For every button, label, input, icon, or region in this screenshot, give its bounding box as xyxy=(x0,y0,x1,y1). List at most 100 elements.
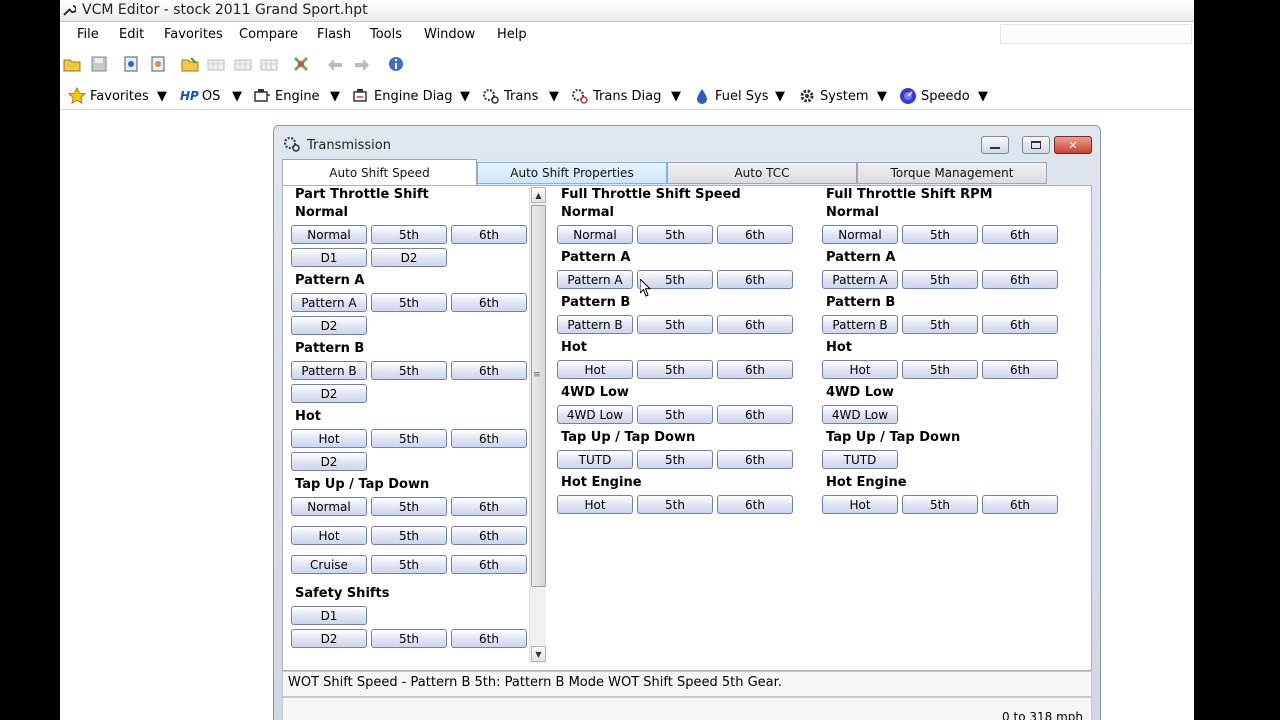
scroll-thumb[interactable] xyxy=(531,205,546,587)
table-button[interactable]: TUTD xyxy=(822,450,898,469)
table-button[interactable]: Pattern B xyxy=(557,315,633,334)
category-os[interactable]: HP OS xyxy=(180,86,220,106)
table-button[interactable]: 6th xyxy=(451,497,527,516)
table-button[interactable]: 6th xyxy=(451,361,527,380)
table-button[interactable]: Hot xyxy=(291,526,367,545)
redo-icon[interactable] xyxy=(353,55,371,73)
os-dropdown-arrow[interactable]: ▼ xyxy=(232,86,242,106)
close-button[interactable]: ✕ xyxy=(1054,136,1092,154)
table-diff-icon[interactable] xyxy=(260,55,278,73)
table-button[interactable]: 6th xyxy=(717,225,793,244)
table-icon[interactable] xyxy=(207,55,225,73)
table-button[interactable]: 5th xyxy=(902,360,978,379)
table-button[interactable]: Hot xyxy=(822,360,898,379)
table-button[interactable]: TUTD xyxy=(557,450,633,469)
category-engine-diag[interactable]: Engine Diag xyxy=(352,86,453,106)
category-trans-diag[interactable]: Trans Diag xyxy=(571,86,661,106)
table-button[interactable]: 6th xyxy=(982,360,1058,379)
table-button[interactable]: 6th xyxy=(717,360,793,379)
menu-help[interactable]: Help xyxy=(497,27,527,42)
menu-flash[interactable]: Flash xyxy=(317,27,351,42)
table-button[interactable]: D2 xyxy=(371,248,447,267)
write-vehicle-icon[interactable] xyxy=(149,55,167,73)
table-button[interactable]: 6th xyxy=(451,526,527,545)
trans-dropdown-arrow[interactable]: ▼ xyxy=(549,86,559,106)
table-button[interactable]: D2 xyxy=(291,316,367,335)
table-button[interactable]: Hot xyxy=(822,495,898,514)
table-button[interactable]: D2 xyxy=(291,629,367,648)
table-button[interactable]: 5th xyxy=(637,225,713,244)
table-button[interactable]: 6th xyxy=(982,270,1058,289)
table-button[interactable]: 5th xyxy=(637,495,713,514)
table-button[interactable]: Cruise xyxy=(291,555,367,574)
table-button[interactable]: 5th xyxy=(371,293,447,312)
table-button[interactable]: D1 xyxy=(291,248,367,267)
table-button[interactable]: 6th xyxy=(717,495,793,514)
open-folder-icon[interactable] xyxy=(63,55,81,73)
table-button[interactable]: 5th xyxy=(902,270,978,289)
tab-auto-tcc[interactable]: Auto TCC xyxy=(667,162,857,184)
category-system[interactable]: System xyxy=(798,86,868,106)
tab-auto-shift-properties[interactable]: Auto Shift Properties xyxy=(477,162,667,184)
table-button[interactable]: 5th xyxy=(902,315,978,334)
table-button[interactable]: D2 xyxy=(291,384,367,403)
table-button[interactable]: D2 xyxy=(291,452,367,471)
table-button[interactable]: 5th xyxy=(371,629,447,648)
table-button[interactable]: 6th xyxy=(982,495,1058,514)
table-compare-icon[interactable] xyxy=(234,55,252,73)
category-speedo[interactable]: Speedo xyxy=(899,86,970,106)
engine-dropdown-arrow[interactable]: ▼ xyxy=(330,86,340,106)
table-button[interactable]: 6th xyxy=(451,555,527,574)
table-button[interactable]: 6th xyxy=(982,315,1058,334)
undo-icon[interactable] xyxy=(326,55,344,73)
table-button[interactable]: 5th xyxy=(371,555,447,574)
table-button[interactable]: 5th xyxy=(637,405,713,424)
tab-torque-management[interactable]: Torque Management xyxy=(857,162,1047,184)
category-favorites[interactable]: Favorites xyxy=(68,86,149,106)
table-button[interactable]: 5th xyxy=(371,429,447,448)
table-button[interactable]: Normal xyxy=(822,225,898,244)
table-button[interactable]: 6th xyxy=(982,225,1058,244)
table-button[interactable]: Normal xyxy=(291,497,367,516)
table-button[interactable]: Pattern B xyxy=(291,361,367,380)
table-button[interactable]: 4WD Low xyxy=(822,405,898,424)
favorites-dropdown-arrow[interactable]: ▼ xyxy=(157,86,167,106)
menu-file[interactable]: File xyxy=(77,27,99,42)
speedo-dropdown-arrow[interactable]: ▼ xyxy=(978,86,988,106)
tab-auto-shift-speed[interactable]: Auto Shift Speed xyxy=(282,159,477,185)
table-button[interactable]: 6th xyxy=(451,429,527,448)
minimize-button[interactable] xyxy=(981,136,1009,154)
menu-search-field[interactable] xyxy=(1000,24,1192,44)
category-fuel-sys[interactable]: Fuel Sys xyxy=(693,86,768,106)
menu-window[interactable]: Window xyxy=(424,27,475,42)
table-button[interactable]: 6th xyxy=(717,315,793,334)
menu-edit[interactable]: Edit xyxy=(119,27,144,42)
table-button[interactable]: Pattern A xyxy=(822,270,898,289)
table-button[interactable]: 6th xyxy=(717,270,793,289)
table-button[interactable]: 4WD Low xyxy=(557,405,633,424)
engine-diag-dropdown-arrow[interactable]: ▼ xyxy=(460,86,470,106)
table-button[interactable]: 6th xyxy=(451,629,527,648)
info-icon[interactable] xyxy=(387,55,405,73)
read-vehicle-icon[interactable] xyxy=(122,55,140,73)
category-trans[interactable]: Trans xyxy=(482,86,538,106)
scroll-down-button[interactable]: ▼ xyxy=(531,646,546,662)
system-dropdown-arrow[interactable]: ▼ xyxy=(877,86,887,106)
table-button[interactable]: 5th xyxy=(637,315,713,334)
table-button[interactable]: Pattern A xyxy=(557,270,633,289)
table-button[interactable]: 5th xyxy=(637,360,713,379)
table-button[interactable]: Hot xyxy=(291,429,367,448)
table-button[interactable]: Normal xyxy=(291,225,367,244)
category-engine[interactable]: Engine xyxy=(253,86,320,106)
table-button[interactable]: 5th xyxy=(371,497,447,516)
table-button[interactable]: 6th xyxy=(717,405,793,424)
scroll-up-button[interactable]: ▲ xyxy=(531,187,546,203)
table-button[interactable]: Pattern A xyxy=(291,293,367,312)
table-button[interactable]: 5th xyxy=(637,450,713,469)
table-button[interactable]: 5th xyxy=(371,526,447,545)
checksum-icon[interactable] xyxy=(292,55,310,73)
save-icon[interactable] xyxy=(90,55,108,73)
table-button[interactable]: 6th xyxy=(451,225,527,244)
trans-diag-dropdown-arrow[interactable]: ▼ xyxy=(671,86,681,106)
part-throttle-scrollbar[interactable]: ▲ ≡ ▼ xyxy=(529,187,546,663)
